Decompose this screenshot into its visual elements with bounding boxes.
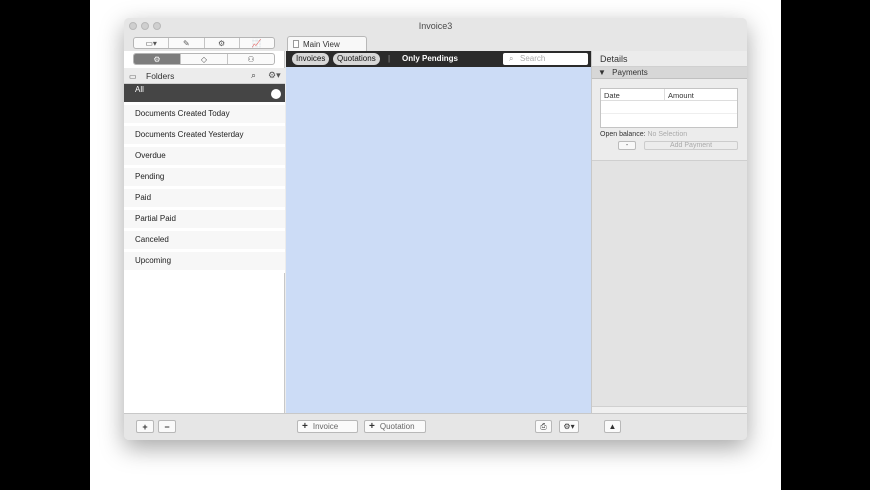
- new-quotation-button[interactable]: + Quotation: [364, 420, 426, 433]
- new-invoice-button[interactable]: + Invoice: [297, 420, 358, 433]
- add-payment-button[interactable]: Add Payment: [644, 141, 738, 150]
- folder-list: All Documents Created Today Documents Cr…: [124, 84, 285, 273]
- count-badge: [271, 89, 281, 99]
- gear-icon[interactable]: ⚙▾: [559, 420, 579, 433]
- title-bar: Invoice3: [124, 18, 747, 34]
- filter-separator: |: [388, 54, 391, 63]
- folder-label: Partial Paid: [135, 214, 176, 223]
- invoices-filter-button[interactable]: Invoices: [292, 53, 330, 65]
- document-list[interactable]: [286, 67, 591, 413]
- add-folder-button[interactable]: +: [136, 420, 154, 433]
- folders-label: Folders: [146, 71, 175, 81]
- folder-icon: ▭: [129, 72, 137, 81]
- folder-item-upcoming[interactable]: Upcoming: [124, 252, 285, 273]
- folder-item-pending[interactable]: Pending: [124, 168, 285, 189]
- toolbar: ▭▾ ✎ ⚙ 📈 Main View: [124, 34, 747, 51]
- open-balance-value: No Selection: [647, 131, 688, 138]
- column-amount[interactable]: Amount: [665, 89, 694, 100]
- payments-title: Payments: [612, 68, 648, 77]
- payments-section-header[interactable]: ▼ Payments: [592, 67, 747, 79]
- details-title: Details: [592, 51, 747, 67]
- payments-table-header: Date Amount: [601, 89, 737, 101]
- folder-item-documents-created-yesterday[interactable]: Documents Created Yesterday: [124, 126, 285, 147]
- bottom-bar: + − + Invoice + Quotation ⎙ ⚙▾ ▲: [124, 413, 747, 440]
- sidebar: ⚙ ◇ ⚇ ▭ Folders ⌕ ⚙▾ All Documents Creat…: [124, 51, 285, 413]
- quotations-filter-button[interactable]: Quotations: [333, 53, 380, 65]
- folder-label: Documents Created Yesterday: [135, 130, 244, 139]
- folder-item-canceled[interactable]: Canceled: [124, 231, 285, 252]
- folder-label: All: [135, 85, 144, 94]
- products-section-icon[interactable]: ◇: [181, 54, 228, 64]
- app-window: Invoice3 ▭▾ ✎ ⚙ 📈 Main View ⚙ ◇ ⚇ ▭ Fold…: [124, 18, 747, 440]
- details-panel: Details ▼ Payments Date Amount Open bala…: [591, 51, 747, 413]
- preview-icon[interactable]: ▲: [604, 420, 621, 433]
- payments-section: Date Amount Open balance: No Selection -…: [592, 79, 747, 161]
- window-title: Invoice3: [418, 21, 453, 31]
- search-icon[interactable]: ⌕: [251, 70, 256, 81]
- tab-main-view-label: Main View: [303, 40, 340, 49]
- folder-label: Documents Created Today: [135, 109, 230, 118]
- folder-label: Canceled: [135, 235, 169, 244]
- new-invoice-label: Invoice: [312, 422, 339, 431]
- folder-item-documents-created-today[interactable]: Documents Created Today: [124, 105, 285, 126]
- folder-label: Pending: [135, 172, 165, 181]
- gear-icon[interactable]: ⚙▾: [268, 70, 281, 81]
- filter-bar: Invoices Quotations | Only Pendings ⌕ Se…: [286, 51, 591, 67]
- chart-icon[interactable]: 📈: [240, 38, 274, 48]
- table-row: [601, 101, 737, 114]
- search-placeholder: Search: [520, 54, 546, 63]
- remove-payment-button[interactable]: -: [618, 141, 636, 150]
- folder-item-partial-paid[interactable]: Partial Paid: [124, 210, 285, 231]
- settings-icon[interactable]: ⚙: [205, 38, 240, 48]
- open-balance: Open balance: No Selection: [600, 131, 687, 138]
- edit-icon[interactable]: ✎: [169, 38, 205, 48]
- folder-label: Upcoming: [135, 256, 172, 265]
- print-icon[interactable]: ⎙: [535, 420, 552, 433]
- disclosure-triangle-icon[interactable]: ▼: [598, 68, 606, 77]
- tab-main-view[interactable]: Main View: [287, 36, 367, 51]
- toolbar-segmented-control: ▭▾ ✎ ⚙ 📈: [133, 37, 275, 49]
- new-quotation-label: Quotation: [379, 422, 415, 431]
- search-input[interactable]: ⌕ Search: [503, 53, 588, 65]
- column-date[interactable]: Date: [601, 89, 665, 100]
- document-menu-icon[interactable]: ▭▾: [134, 38, 170, 48]
- invoices-section-icon[interactable]: ⚙: [134, 54, 181, 64]
- clients-section-icon[interactable]: ⚇: [228, 54, 274, 64]
- folder-label: Paid: [135, 193, 152, 202]
- details-scrollbar[interactable]: [592, 406, 747, 413]
- folder-item-paid[interactable]: Paid: [124, 189, 285, 210]
- details-empty-area: [592, 161, 747, 409]
- folder-item-overdue[interactable]: Overdue: [124, 147, 285, 168]
- document-icon: [293, 40, 299, 48]
- folders-header: ▭ Folders ⌕ ⚙▾: [124, 68, 285, 84]
- plus-icon: +: [369, 421, 375, 432]
- remove-folder-button[interactable]: −: [158, 420, 176, 433]
- only-pendings-toggle[interactable]: Only Pendings: [402, 53, 458, 65]
- open-balance-label: Open balance:: [600, 131, 646, 138]
- search-icon: ⌕: [509, 54, 514, 63]
- payments-table[interactable]: Date Amount: [600, 88, 738, 128]
- folder-item-all[interactable]: All: [124, 84, 285, 105]
- sidebar-segmented-control: ⚙ ◇ ⚇: [133, 53, 275, 65]
- plus-icon: +: [302, 421, 308, 432]
- folder-label: Overdue: [135, 151, 166, 160]
